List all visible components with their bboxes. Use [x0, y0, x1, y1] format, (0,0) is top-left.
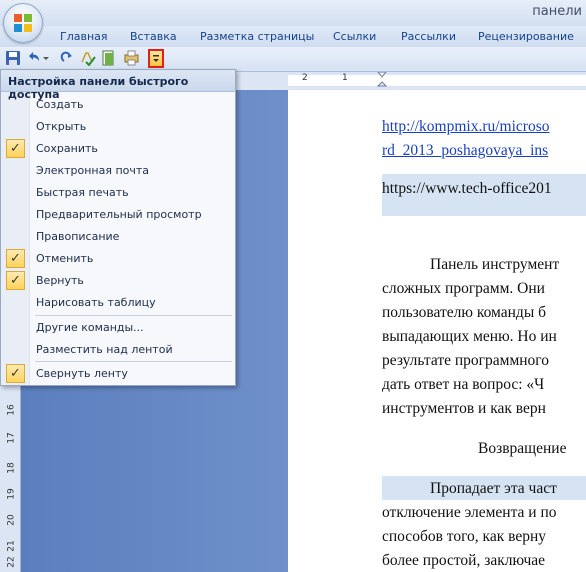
vertical-ruler[interactable]: 16 17 18 19 20 21 22 [0, 385, 21, 572]
doc-paragraph-line: Пропадает эта част [430, 480, 557, 497]
menu-item-label: Электронная почта [36, 164, 150, 177]
doc-paragraph-line: более простой, заключае [382, 552, 546, 569]
menu-item-quick-print[interactable]: Быстрая печать [1, 182, 235, 204]
chevron-down-icon [153, 55, 159, 62]
tab-page-layout[interactable]: Разметка страницы [200, 30, 314, 43]
doc-paragraph-line: отключение элемента и по [382, 504, 557, 521]
tab-review[interactable]: Рецензирование [478, 30, 574, 43]
menu-item-show-above-ribbon[interactable]: Разместить над лентой [1, 339, 235, 361]
vruler-mark: 19 [6, 488, 17, 500]
menu-item-undo[interactable]: ✓ Отменить [1, 248, 235, 270]
doc-paragraph-line: способов того, как верну [382, 528, 547, 545]
menu-item-save[interactable]: ✓ Сохранить [1, 138, 235, 160]
menu-item-label: Другие команды... [36, 321, 144, 334]
tab-references[interactable]: Ссылки [333, 30, 376, 43]
window-title: панели [532, 4, 582, 19]
tab-insert[interactable]: Вставка [130, 30, 177, 43]
menu-item-print-preview[interactable]: Предварительный просмотр [1, 204, 235, 226]
menu-item-label: Предварительный просмотр [36, 208, 202, 221]
menu-item-label: Правописание [36, 230, 120, 243]
menu-item-spelling[interactable]: Правописание [1, 226, 235, 248]
menu-item-create[interactable]: Создать [1, 94, 235, 116]
ribbon-tabs: Главная Вставка Разметка страницы Ссылки… [0, 26, 586, 47]
doc-link-line[interactable]: rd_2013_poshagovaya_ins [382, 142, 548, 160]
vruler-mark: 22 [6, 556, 17, 568]
vruler-mark: 20 [6, 514, 17, 526]
doc-paragraph-line: Панель инструмент [430, 256, 560, 273]
doc-url-line: https://www.tech-office201 [382, 180, 552, 197]
indent-marker-icon[interactable] [377, 72, 387, 90]
ruler-mark-2: 2 [302, 73, 308, 83]
doc-link-line[interactable]: http://kompmix.ru/microso [382, 118, 549, 136]
menu-item-label: Разместить над лентой [36, 343, 173, 356]
menu-item-label: Создать [36, 98, 84, 111]
doc-paragraph-line: результате программного [382, 352, 550, 369]
checkmark-icon: ✓ [6, 139, 25, 158]
save-icon[interactable] [5, 50, 21, 66]
checkmark-icon: ✓ [6, 249, 25, 268]
menu-item-label: Вернуть [36, 274, 84, 287]
menu-item-label: Быстрая печать [36, 186, 129, 199]
doc-paragraph-line: выпадающих меню. Но ин [382, 328, 557, 345]
doc-paragraph-line: инструментов и как верн [382, 400, 546, 417]
menu-item-label: Открыть [36, 120, 87, 133]
vruler-mark: 17 [6, 432, 17, 444]
vruler-mark: 21 [6, 540, 17, 552]
menu-item-draw-table[interactable]: Нарисовать таблицу [1, 292, 235, 314]
vruler-mark: 16 [6, 404, 17, 416]
checkmark-icon: ✓ [6, 271, 25, 290]
customize-qat-button[interactable] [148, 49, 164, 68]
customize-qat-menu: Настройка панели быстрого доступа Создат… [0, 69, 236, 386]
menu-item-redo[interactable]: ✓ Вернуть [1, 270, 235, 292]
menu-item-label: Сохранить [36, 142, 98, 155]
office-button[interactable] [3, 3, 43, 43]
ruler-text-area [288, 75, 586, 86]
spelling-icon[interactable] [80, 50, 96, 66]
vruler-mark: 18 [6, 462, 17, 474]
undo-icon[interactable] [25, 50, 41, 66]
horizontal-ruler[interactable]: 2 1 [236, 72, 586, 91]
redo-icon[interactable] [58, 50, 74, 66]
quick-print-icon[interactable] [124, 50, 140, 66]
menu-item-label: Свернуть ленту [36, 367, 128, 380]
title-bar: панели [0, 0, 586, 27]
document-page[interactable]: http://kompmix.ru/microso rd_2013_poshag… [288, 90, 586, 572]
menu-item-minimize-ribbon[interactable]: ✓ Свернуть ленту [1, 363, 235, 385]
tab-home[interactable]: Главная [60, 30, 108, 43]
undo-dropdown-icon[interactable] [42, 50, 50, 66]
tab-mailings[interactable]: Рассылки [401, 30, 456, 43]
menu-item-email[interactable]: Электронная почта [1, 160, 235, 182]
checkmark-icon: ✓ [6, 364, 25, 383]
doc-heading-line: Возвращение [478, 440, 567, 457]
menu-item-label: Нарисовать таблицу [36, 296, 156, 309]
print-preview-icon[interactable] [101, 50, 117, 66]
ruler-mark-1: 1 [342, 73, 348, 83]
doc-paragraph-line: дать ответ на вопрос: «Ч [382, 376, 545, 393]
office-logo-icon [14, 14, 32, 32]
doc-paragraph-line: сложных программ. Они [382, 280, 545, 297]
menu-item-open[interactable]: Открыть [1, 116, 235, 138]
menu-item-more-commands[interactable]: Другие команды... [1, 317, 235, 339]
doc-paragraph-line: пользователю команды б [382, 304, 546, 321]
menu-separator [35, 315, 232, 316]
menu-separator [35, 361, 232, 362]
menu-item-label: Отменить [36, 252, 94, 265]
menu-header: Настройка панели быстрого доступа [1, 70, 235, 101]
